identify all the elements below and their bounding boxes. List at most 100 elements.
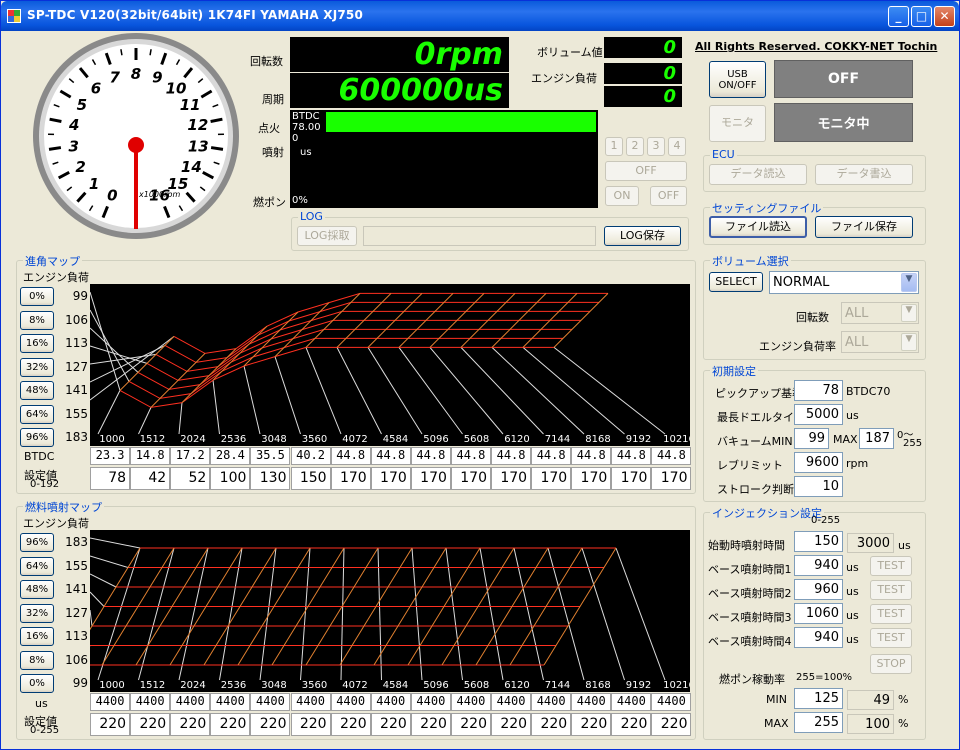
load-button[interactable]: 32%	[20, 357, 54, 377]
row2-cell[interactable]: 220	[210, 713, 251, 736]
close-button[interactable]: ✕	[934, 6, 955, 27]
pump-min-field[interactable]: 125	[794, 688, 843, 709]
base-injection-field[interactable]: 940	[794, 555, 843, 576]
row2-cell[interactable]: 220	[531, 713, 572, 736]
select-button[interactable]: SELECT	[709, 272, 763, 292]
minimize-button[interactable]: _	[888, 6, 909, 27]
row2-cell[interactable]: 220	[290, 713, 331, 736]
row2-cell[interactable]: 130	[250, 467, 291, 490]
dwell-field[interactable]: 5000	[794, 404, 843, 425]
row2-cell[interactable]: 100	[210, 467, 251, 490]
log-collect-button[interactable]: LOG採取	[297, 226, 357, 246]
cyl-3-button[interactable]: 3	[647, 137, 665, 156]
row2-cell[interactable]: 220	[410, 713, 451, 736]
start-injection-field[interactable]: 150	[794, 531, 843, 552]
row2-cell[interactable]: 78	[90, 467, 131, 490]
row2-cell[interactable]: 220	[571, 713, 612, 736]
row2-cell[interactable]: 220	[370, 713, 411, 736]
row2-cell[interactable]: 220	[170, 713, 211, 736]
test-button[interactable]: TEST	[870, 628, 912, 648]
row2-cell[interactable]: 170	[370, 467, 411, 490]
row2-cell[interactable]: 170	[410, 467, 451, 490]
rev-limit-field[interactable]: 9600	[794, 452, 843, 473]
row2-cell[interactable]: 170	[450, 467, 491, 490]
load-button[interactable]: 16%	[20, 627, 54, 646]
row2-cell[interactable]: 52	[170, 467, 211, 490]
cyl-1-button[interactable]: 1	[605, 137, 623, 156]
gauge-tick-label: 0	[107, 186, 117, 204]
volume-dropdown[interactable]: NORMAL ▼	[769, 271, 919, 294]
test-button[interactable]: TEST	[870, 580, 912, 600]
row1-cell: 44.8	[410, 447, 451, 465]
stop-button[interactable]: STOP	[870, 654, 912, 674]
row2-cell[interactable]: 170	[531, 467, 572, 490]
row2-cell[interactable]: 220	[90, 713, 131, 736]
start-injection-unit: us	[898, 539, 911, 552]
gauge-tick-label: 10	[166, 79, 187, 97]
row2-cell[interactable]: 220	[491, 713, 532, 736]
load-button[interactable]: 32%	[20, 603, 54, 623]
load-button[interactable]: 48%	[20, 381, 54, 400]
ecu-write-button[interactable]: データ書込	[815, 164, 913, 185]
test-button[interactable]: TEST	[870, 556, 912, 576]
test-button[interactable]: TEST	[870, 604, 912, 624]
load-button[interactable]: 8%	[20, 310, 54, 330]
pickup-field[interactable]: 78	[794, 380, 843, 401]
cyl-4-button[interactable]: 4	[668, 137, 686, 156]
pump-max-field[interactable]: 255	[794, 712, 843, 733]
load-button[interactable]: 0%	[20, 287, 54, 306]
row2-cell[interactable]: 220	[651, 713, 692, 736]
row2-cell[interactable]: 220	[330, 713, 371, 736]
row2-cell[interactable]: 170	[651, 467, 692, 490]
row2-cell[interactable]: 220	[130, 713, 171, 736]
load-button[interactable]: 8%	[20, 650, 54, 670]
base-injection-field[interactable]: 960	[794, 579, 843, 600]
rpm-dropdown[interactable]: ALL ▼	[841, 302, 919, 324]
maximize-button[interactable]: □	[911, 6, 932, 27]
load-button[interactable]: 0%	[20, 674, 54, 693]
row2-cell[interactable]: 42	[130, 467, 171, 490]
row1-cell: 4400	[450, 693, 491, 711]
monitor-off-button-2[interactable]: OFF	[650, 186, 687, 206]
load-button[interactable]: 64%	[20, 556, 54, 576]
row2-cell[interactable]: 170	[491, 467, 532, 490]
log-save-button[interactable]: LOG保存	[604, 226, 681, 246]
vacuum-min-field[interactable]: 99	[794, 428, 829, 449]
load-dropdown[interactable]: ALL ▼	[841, 331, 919, 353]
base-injection-unit: us	[846, 585, 859, 598]
file-read-button[interactable]: ファイル読込	[709, 216, 807, 238]
base-injection-field[interactable]: 940	[794, 627, 843, 648]
log-path-field[interactable]	[363, 226, 596, 246]
usb-onoff-button[interactable]: USB ON/OFF	[709, 61, 766, 98]
monitor-on-button[interactable]: ON	[605, 186, 639, 206]
load-button[interactable]: 96%	[20, 428, 54, 447]
base-injection-field[interactable]: 1060	[794, 603, 843, 624]
title-bar[interactable]: SP-TDC V120(32bit/64bit) 1K74FI YAMAHA X…	[1, 1, 959, 31]
rpm-display: 0rpm	[290, 37, 509, 72]
row2-cell[interactable]: 170	[330, 467, 371, 490]
cyl-2-button[interactable]: 2	[626, 137, 644, 156]
stroke-field[interactable]: 10	[794, 476, 843, 497]
load-button[interactable]: 16%	[20, 334, 54, 353]
row1-cell: 40.2	[290, 447, 331, 465]
monitor-button[interactable]: モニタ	[709, 105, 766, 142]
row2-cell[interactable]: 170	[611, 467, 652, 490]
row2-cell[interactable]: 170	[571, 467, 612, 490]
row2-cell[interactable]: 220	[450, 713, 491, 736]
load-button[interactable]: 96%	[20, 533, 54, 552]
file-save-button[interactable]: ファイル保存	[815, 216, 913, 238]
load-value: 127	[65, 605, 88, 620]
init-settings-label: 初期設定	[710, 363, 758, 379]
row2-cell[interactable]: 220	[611, 713, 652, 736]
load-button[interactable]: 48%	[20, 580, 54, 599]
injection-settings-label: インジェクション設定	[710, 505, 824, 521]
vacuum-max-field[interactable]: 187	[859, 428, 894, 449]
rpm-axis-label: 8168	[585, 680, 610, 691]
row1-cell: 44.8	[450, 447, 491, 465]
monitor-off-button[interactable]: OFF	[605, 161, 687, 181]
ecu-read-button[interactable]: データ読込	[709, 164, 807, 185]
row2-cell[interactable]: 150	[290, 467, 331, 490]
row2-cell[interactable]: 220	[250, 713, 291, 736]
row1-cell: 28.4	[210, 447, 251, 465]
load-button[interactable]: 64%	[20, 404, 54, 424]
